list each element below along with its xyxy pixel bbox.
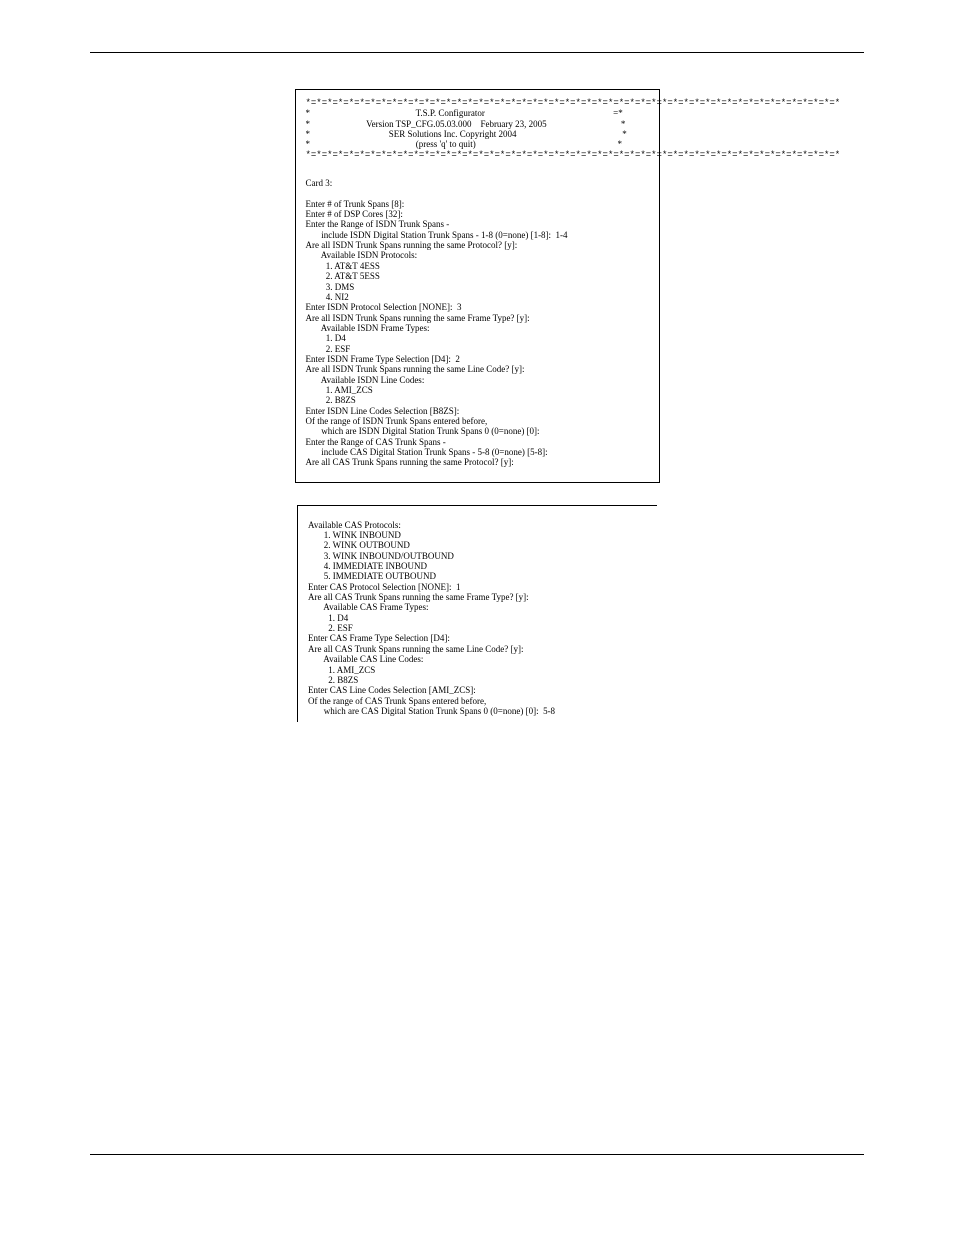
terminal-box-1: *=*=*=*=*=*=*=*=*=*=*=*=*=*=*=*=*=*=*=*=… <box>295 89 660 483</box>
figure-wrapper: *=*=*=*=*=*=*=*=*=*=*=*=*=*=*=*=*=*=*=*=… <box>90 89 864 722</box>
banner-line-4: * (press 'q' to quit) * <box>306 139 649 149</box>
star-border-top: *=*=*=*=*=*=*=*=*=*=*=*=*=*=*=*=*=*=*=*=… <box>306 98 649 108</box>
terminal-box-2: Available CAS Protocols: 1. WINK INBOUND… <box>297 505 657 723</box>
banner-line-1: * T.S.P. Configurator =* <box>306 108 649 118</box>
star-border-bottom: *=*=*=*=*=*=*=*=*=*=*=*=*=*=*=*=*=*=*=*=… <box>306 150 649 160</box>
bottom-rule <box>90 1154 864 1155</box>
terminal-body-2: Available CAS Protocols: 1. WINK INBOUND… <box>308 520 647 717</box>
banner-line-3: * SER Solutions Inc. Copyright 2004 * <box>306 129 649 139</box>
banner-line-2: * Version TSP_CFG.05.03.000 February 23,… <box>306 119 649 129</box>
terminal-body-1: Card 3: Enter # of Trunk Spans [8]: Ente… <box>306 178 649 468</box>
top-rule <box>90 52 864 53</box>
page: *=*=*=*=*=*=*=*=*=*=*=*=*=*=*=*=*=*=*=*=… <box>0 0 954 1235</box>
